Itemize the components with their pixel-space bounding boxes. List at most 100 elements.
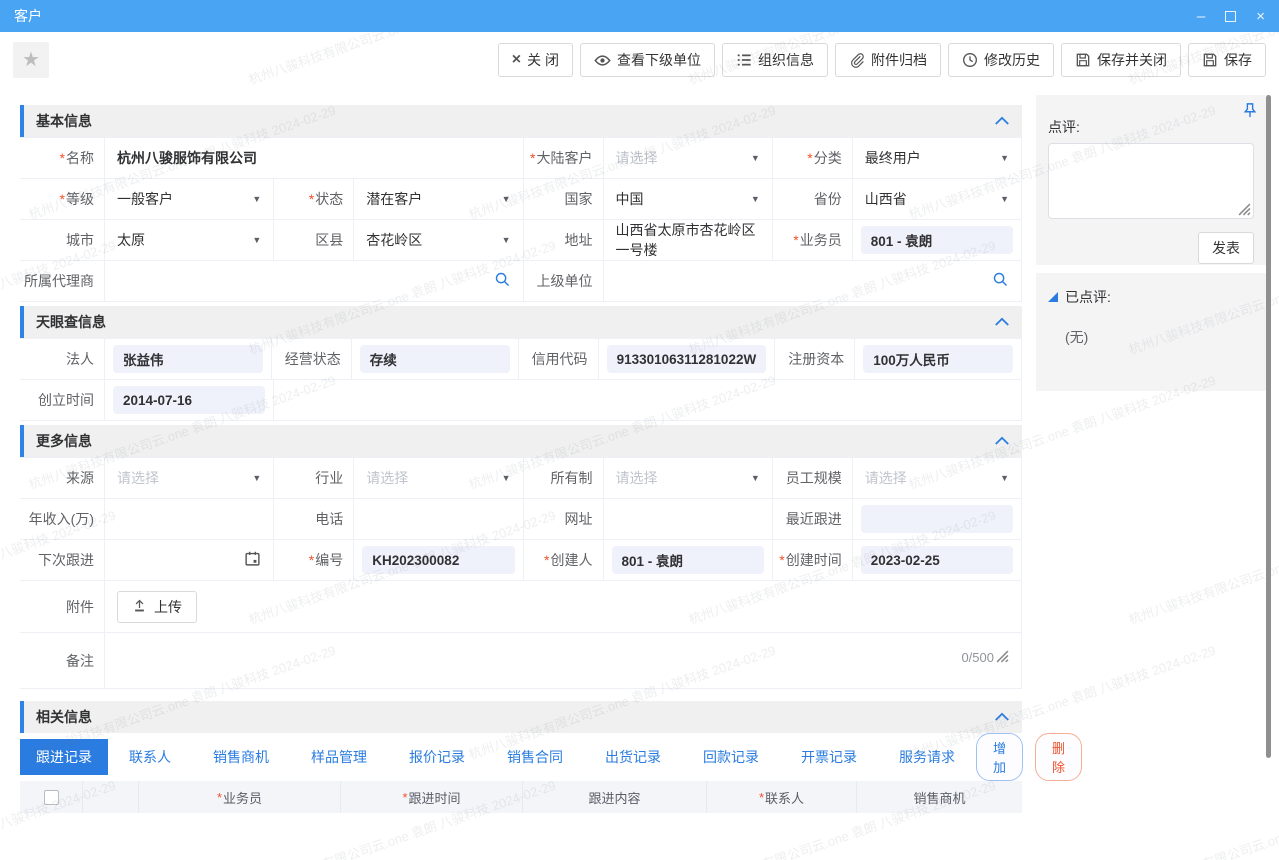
field-label-agent: 所属代理商 — [20, 261, 104, 302]
section-header-tianyancha: 天眼查信息 — [20, 306, 1022, 338]
phone-input[interactable] — [353, 499, 522, 540]
chevron-up-icon[interactable] — [994, 433, 1010, 449]
district-select[interactable]: 杏花岭区▼ — [353, 220, 522, 261]
window-titlebar: 客户 – × — [0, 0, 1279, 32]
window-minimize-icon[interactable]: – — [1197, 9, 1205, 24]
window-close-icon[interactable]: × — [1256, 9, 1265, 24]
parent-unit-search-field[interactable] — [603, 261, 1022, 302]
search-icon[interactable] — [494, 271, 511, 291]
commented-label: 已点评: — [1065, 287, 1111, 307]
field-label-address: 地址 — [523, 220, 603, 261]
field-label-operating-status: 经营状态 — [271, 339, 351, 380]
chevron-up-icon[interactable] — [994, 314, 1010, 330]
dropdown-arrow-icon: ▼ — [1000, 194, 1009, 204]
close-button[interactable]: × 关 闭 — [498, 43, 573, 77]
field-label-level: *等级 — [20, 179, 104, 220]
field-label-source: 来源 — [20, 458, 104, 499]
chevron-up-icon[interactable] — [994, 113, 1010, 129]
category-select[interactable]: 最终用户▼ — [852, 138, 1021, 179]
section-title: 更多信息 — [36, 431, 92, 451]
country-select[interactable]: 中国▼ — [603, 179, 772, 220]
modify-history-button[interactable]: 修改历史 — [948, 43, 1054, 77]
list-icon — [736, 52, 752, 68]
website-input[interactable] — [603, 499, 772, 540]
agent-search-field[interactable] — [104, 261, 523, 302]
paperclip-icon — [849, 52, 865, 68]
tab-quotation-records[interactable]: 报价记录 — [388, 739, 486, 775]
save-and-close-button[interactable]: 保存并关闭 — [1061, 43, 1181, 77]
remark-textarea[interactable]: 0/500 — [104, 633, 1021, 689]
ownership-select[interactable]: 请选择▼ — [603, 458, 772, 499]
resize-handle-icon[interactable] — [996, 650, 1009, 666]
field-label-credit-code: 信用代码 — [518, 339, 598, 380]
pin-icon[interactable] — [1243, 102, 1257, 121]
annual-income-input[interactable] — [104, 499, 273, 540]
credit-code-input: 91330106311281022W — [607, 345, 767, 373]
favorite-star-button[interactable]: ★ — [13, 42, 49, 78]
view-sub-units-button[interactable]: 查看下级单位 — [580, 43, 715, 77]
field-label-status: *状态 — [273, 179, 353, 220]
field-label-next-follow: 下次跟进 — [20, 540, 104, 581]
tab-contacts[interactable]: 联系人 — [108, 739, 192, 775]
source-select[interactable]: 请选择▼ — [104, 458, 273, 499]
dropdown-arrow-icon: ▼ — [1000, 153, 1009, 163]
status-select[interactable]: 潜在客户▼ — [353, 179, 522, 220]
vertical-scrollbar-thumb[interactable] — [1266, 95, 1271, 758]
creator-input: 801 - 袁朗 — [612, 546, 764, 574]
legal-person-input: 张益伟 — [113, 345, 263, 373]
field-label-registered-capital: 注册资本 — [774, 339, 854, 380]
organization-info-button[interactable]: 组织信息 — [722, 43, 828, 77]
commented-toggle[interactable]: 已点评: — [1048, 287, 1254, 307]
select-all-cell — [20, 781, 82, 813]
registered-capital-input: 100万人民币 — [863, 345, 1013, 373]
staff-size-select[interactable]: 请选择▼ — [852, 458, 1021, 499]
upload-icon — [132, 598, 147, 616]
publish-button[interactable]: 发表 — [1198, 232, 1254, 264]
field-label-attachment: 附件 — [20, 581, 104, 633]
field-label-city: 城市 — [20, 220, 104, 261]
founded-date-input: 2014-07-16 — [113, 386, 265, 414]
comment-textarea[interactable] — [1048, 143, 1254, 219]
tab-follow-records[interactable]: 跟进记录 — [20, 739, 108, 775]
industry-select[interactable]: 请选择▼ — [353, 458, 522, 499]
save-button[interactable]: 保存 — [1188, 43, 1266, 77]
select-all-checkbox[interactable] — [44, 790, 59, 805]
tab-shipment-records[interactable]: 出货记录 — [584, 739, 682, 775]
dropdown-arrow-icon: ▼ — [502, 194, 511, 204]
field-label-phone: 电话 — [273, 499, 353, 540]
mainland-select[interactable]: 请选择▼ — [603, 138, 772, 179]
save-icon — [1202, 52, 1218, 68]
salesman-input[interactable]: 801 - 袁朗 — [861, 226, 1013, 254]
tab-invoice-records[interactable]: 开票记录 — [780, 739, 878, 775]
level-select[interactable]: 一般客户▼ — [104, 179, 273, 220]
tab-sample-management[interactable]: 样品管理 — [290, 739, 388, 775]
tab-payment-records[interactable]: 回款记录 — [682, 739, 780, 775]
province-select[interactable]: 山西省▼ — [852, 179, 1021, 220]
tab-sales-opportunities[interactable]: 销售商机 — [192, 739, 290, 775]
section-header-basic-info: 基本信息 — [20, 105, 1022, 137]
section-title: 相关信息 — [36, 707, 92, 727]
chevron-up-icon[interactable] — [994, 709, 1010, 725]
field-label-create-time: *创建时间 — [772, 540, 852, 581]
search-icon[interactable] — [992, 271, 1009, 291]
add-button[interactable]: 增加 — [976, 733, 1023, 781]
upload-button[interactable]: 上传 — [117, 591, 197, 623]
commented-empty-value: (无) — [1065, 327, 1254, 347]
tab-service-requests[interactable]: 服务请求 — [878, 739, 976, 775]
city-select[interactable]: 太原▼ — [104, 220, 273, 261]
window-maximize-icon[interactable] — [1225, 11, 1236, 22]
field-label-parent-unit: 上级单位 — [523, 261, 603, 302]
close-icon: × — [512, 51, 521, 69]
section-title: 天眼查信息 — [36, 312, 106, 332]
name-input[interactable]: 杭州八骏服饰有限公司 — [104, 138, 523, 179]
save-icon — [1075, 52, 1091, 68]
calendar-icon[interactable] — [244, 550, 261, 570]
delete-button[interactable]: 删除 — [1035, 733, 1082, 781]
address-input[interactable]: 山西省太原市杏花岭区一号楼 — [603, 220, 772, 261]
field-label-annual-income: 年收入(万) — [20, 499, 104, 540]
next-follow-date-field[interactable] — [104, 540, 273, 581]
dropdown-arrow-icon: ▼ — [252, 235, 261, 245]
related-table-header: *业务员 *跟进时间 跟进内容 *联系人 销售商机 — [20, 781, 1022, 813]
attachment-archive-button[interactable]: 附件归档 — [835, 43, 941, 77]
tab-sales-contracts[interactable]: 销售合同 — [486, 739, 584, 775]
